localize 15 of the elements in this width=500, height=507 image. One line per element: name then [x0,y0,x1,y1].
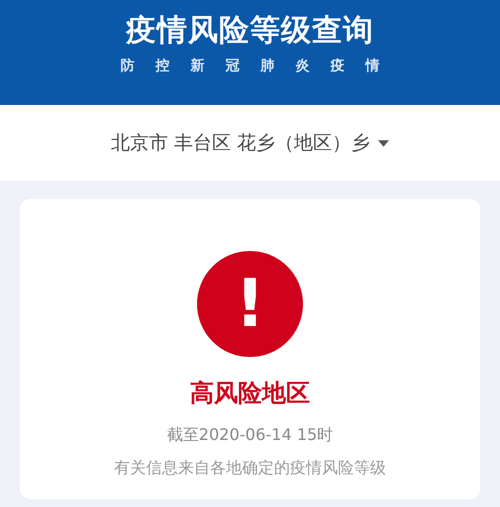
subtitle-character: 炎 [296,57,310,75]
caret-icon [378,140,390,146]
subtitle-character: 疫 [330,57,344,75]
risk-level: 高风险地区 [190,378,310,409]
location-dropdown[interactable]: 北京市 丰台区 花乡（地区）乡 [110,130,390,156]
subtitle-character: 控 [156,57,170,75]
alert-icon: ! [197,251,303,357]
subtitle-character: 防 [120,57,134,75]
subtitle-character: 新 [190,57,204,75]
subtitle-character: 冠 [226,57,240,75]
source-note: 有关信息来自各地确定的疫情风险等级 [114,458,386,479]
page-title: 疫情风险等级查询 [126,12,374,50]
subtitle-character: 肺 [260,57,274,75]
update-time: 截至2020-06-14 15时 [166,425,334,446]
subtitle-character: 情 [366,57,380,75]
